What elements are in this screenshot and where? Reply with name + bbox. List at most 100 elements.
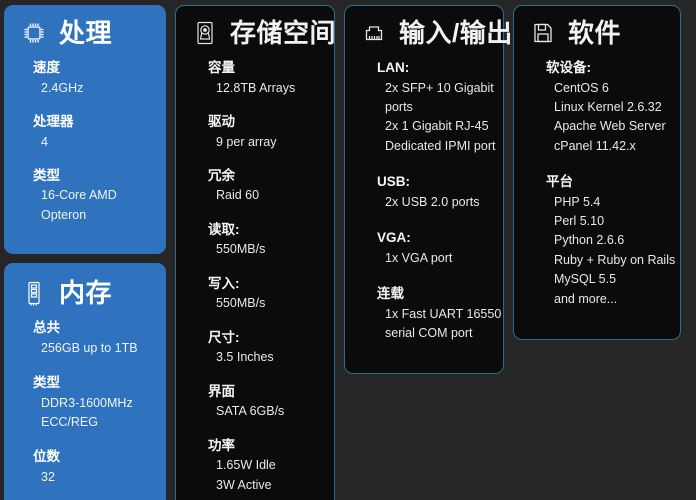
spec-value: 32: [41, 470, 55, 484]
spec-group: 冗余 Raid 60: [208, 166, 324, 206]
spec-value: SATA 6GB/s: [216, 404, 285, 419]
spec-value: Opteron: [41, 207, 87, 222]
spec-value: 1x VGA port: [385, 250, 453, 265]
spec-value: ECC/REG: [41, 415, 98, 430]
spec-value: 256GB up to 1TB: [41, 340, 138, 355]
spec-value: Raid 60: [216, 188, 260, 203]
spec-value: PHP 5.4: [554, 194, 601, 209]
spec-label: 写入:: [208, 275, 240, 291]
panel-io-specs: LAN: 2x SFP+ 10 Gigabit ports 2x 1 Gigab…: [355, 58, 502, 343]
panel-io-header: 输入/输出: [355, 18, 512, 48]
spec-group: 界面 SATA 6GB/s: [208, 382, 324, 422]
spec-value: CentOS 6: [554, 80, 609, 95]
spec-group: 功率 1.65W Idle 3W Active: [208, 436, 324, 495]
panel-memory: 内存 总共 256GB up to 1TB 类型 DDR3-1600MHz EC…: [4, 263, 166, 500]
panel-io-title: 输入/输出: [399, 18, 513, 48]
spec-label: 容量: [208, 60, 235, 75]
panel-cpu-title: 处理: [59, 18, 113, 48]
panel-storage-specs: 容量 12.8TB Arrays 驱动 9 per array 冗余 Raid …: [186, 58, 324, 495]
column-io: 输入/输出 LAN: 2x SFP+ 10 Gigabit ports 2x 1…: [344, 5, 512, 375]
spec-value: Perl 5.10: [554, 214, 605, 228]
spec-value: serial COM port: [385, 325, 473, 340]
spec-value: MySQL 5.5: [554, 272, 617, 287]
spec-label: 类型: [33, 167, 60, 183]
panel-storage-header: 存储空间: [186, 18, 336, 48]
spec-value: cPanel 11.42.x: [554, 138, 636, 153]
ram-module-icon: [19, 278, 49, 308]
spec-value: Linux Kernel 2.6.32: [554, 99, 662, 114]
spec-label: 位数: [33, 449, 60, 465]
panel-cpu-specs: 速度 2.4GHz 处理器 4 类型 16-Core AMD Opteron: [15, 58, 155, 225]
panel-software-title: 软件: [568, 18, 622, 48]
spec-label: 读取:: [208, 221, 240, 237]
panel-storage-title: 存储空间: [230, 18, 337, 48]
panel-software: 软件 软设备: CentOS 6 Linux Kernel 2.6.32 Apa…: [513, 5, 681, 340]
spec-label: 速度: [33, 60, 60, 75]
spec-group: 容量 12.8TB Arrays: [208, 58, 324, 98]
ethernet-port-icon: [359, 18, 389, 48]
spec-value: Dedicated IPMI port: [385, 138, 496, 153]
spec-value: Ruby + Ruby on Rails: [554, 252, 676, 267]
spec-label: 连载: [377, 285, 404, 301]
spec-value: and more...: [554, 291, 618, 306]
spec-group: VGA: 1x VGA port: [377, 228, 493, 268]
spec-group: 读取: 550MB/s: [208, 220, 324, 260]
panel-software-header: 软件: [524, 18, 670, 48]
spec-value: 4: [41, 134, 48, 149]
spec-label: 总共: [33, 320, 60, 336]
spec-group: 写入: 550MB/s: [208, 274, 324, 314]
panel-memory-specs: 总共 256GB up to 1TB 类型 DDR3-1600MHz ECC/R…: [15, 318, 155, 487]
spec-label: 类型: [33, 375, 60, 391]
spec-group: 总共 256GB up to 1TB: [33, 318, 155, 358]
panel-io: 输入/输出 LAN: 2x SFP+ 10 Gigabit ports 2x 1…: [344, 5, 512, 375]
spec-group: 速度 2.4GHz: [33, 58, 155, 98]
floppy-disk-icon: [528, 18, 558, 48]
spec-value: 550MB/s: [216, 296, 266, 311]
spec-label: 平台: [546, 174, 573, 190]
spec-label: 处理器: [33, 113, 74, 129]
spec-value: DDR3-1600MHz: [41, 395, 133, 410]
spec-value: 550MB/s: [216, 242, 266, 257]
spec-value: 3W Active: [216, 477, 272, 492]
spec-value: 2x 1 Gigabit RJ-45: [385, 119, 489, 134]
spec-group: 驱动 9 per array: [208, 112, 324, 152]
spec-label: LAN:: [377, 60, 410, 75]
column-compute: 处理 速度 2.4GHz 处理器 4 类型 16-Core AMD Optero…: [4, 5, 166, 500]
panel-storage: 存储空间 容量 12.8TB Arrays 驱动 9 per array 冗余 …: [175, 5, 336, 500]
spec-group: USB: 2x USB 2.0 ports: [377, 172, 493, 212]
spec-label: 驱动: [208, 113, 235, 129]
spec-value: 2x SFP+ 10 Gigabit: [385, 80, 494, 95]
spec-group: 平台 PHP 5.4 Perl 5.10 Python 2.6.6 Ruby +…: [546, 172, 676, 309]
spec-group: 尺寸: 3.5 Inches: [208, 328, 324, 368]
panel-memory-title: 内存: [59, 278, 113, 309]
spec-group: 软设备: CentOS 6 Linux Kernel 2.6.32 Apache…: [546, 58, 670, 156]
panel-cpu: 处理 速度 2.4GHz 处理器 4 类型 16-Core AMD Optero…: [4, 5, 166, 255]
spec-group: 处理器 4: [33, 112, 155, 152]
panel-software-specs: 软设备: CentOS 6 Linux Kernel 2.6.32 Apache…: [524, 58, 676, 309]
spec-value: Python 2.6.6: [554, 233, 625, 248]
cpu-chip-icon: [19, 18, 49, 48]
spec-label: VGA:: [377, 230, 411, 245]
spec-value: 1.65W Idle: [216, 458, 276, 473]
spec-group: 连载 1x Fast UART 16550 serial COM port: [377, 284, 502, 343]
spec-value: 2x USB 2.0 ports: [385, 194, 480, 209]
column-storage: 存储空间 容量 12.8TB Arrays 驱动 9 per array 冗余 …: [175, 5, 336, 500]
spec-group: 类型 16-Core AMD Opteron: [33, 166, 155, 225]
spec-group: 位数 32: [33, 447, 155, 487]
spec-label: 界面: [208, 383, 235, 399]
spec-value: 16-Core AMD: [41, 188, 117, 203]
spec-value: ports: [385, 99, 413, 114]
panel-cpu-header: 处理: [15, 18, 155, 48]
spec-value: 12.8TB Arrays: [216, 80, 296, 95]
spec-label: 功率: [208, 437, 235, 453]
spec-label: 软设备:: [546, 60, 591, 75]
spec-value: 3.5 Inches: [216, 350, 274, 365]
spec-label: 冗余: [208, 167, 235, 183]
spec-board: 处理 速度 2.4GHz 处理器 4 类型 16-Core AMD Optero…: [0, 0, 696, 500]
spec-value: 9 per array: [216, 134, 277, 149]
spec-value: 1x Fast UART 16550: [385, 306, 502, 321]
hard-disk-icon: [190, 18, 220, 48]
spec-value: 2.4GHz: [41, 80, 84, 95]
spec-group: LAN: 2x SFP+ 10 Gigabit ports 2x 1 Gigab…: [377, 58, 496, 156]
spec-label: 尺寸:: [208, 329, 240, 345]
